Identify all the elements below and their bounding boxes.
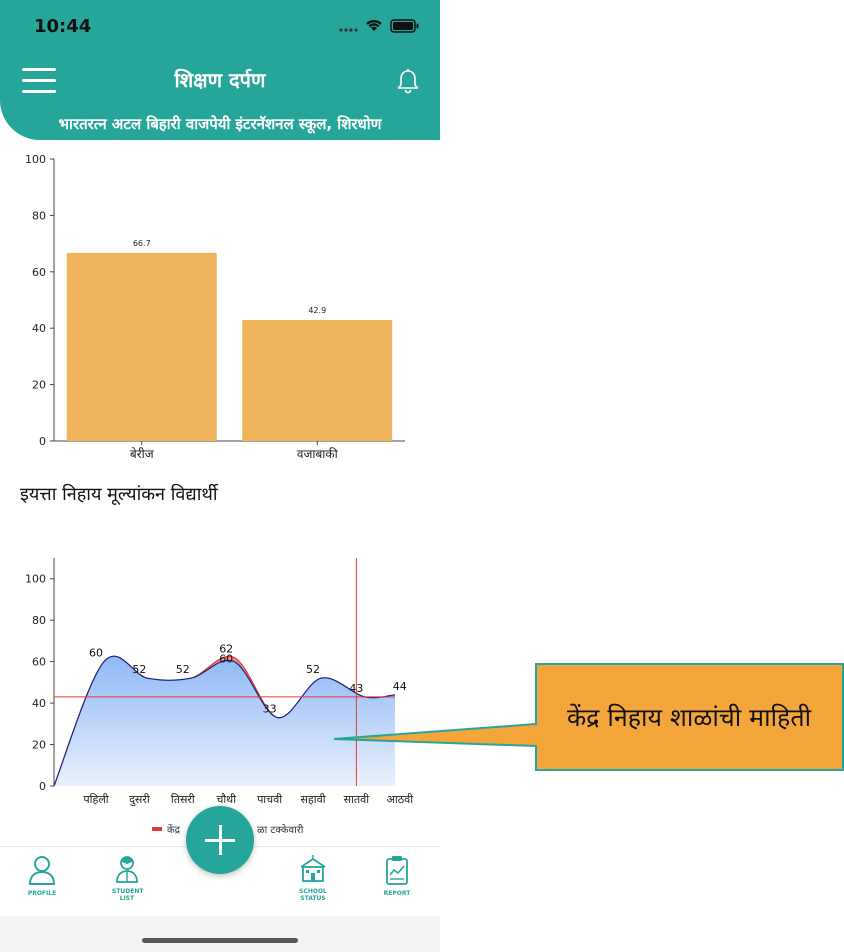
bar (66, 252, 217, 441)
page-title: शिक्षण दर्पण (174, 68, 266, 92)
bell-icon[interactable] (396, 68, 420, 94)
section-label: इयत्ता निहाय मूल्यांकन विद्यार्थी (20, 484, 218, 505)
battery-icon (390, 18, 420, 37)
y-tick-label: 20 (32, 739, 46, 752)
bar-chart: 0 20 40 60 80 100 66.7 बेरीज 42.9 वजाबाकी (25, 153, 405, 461)
status-icons (338, 16, 420, 38)
y-tick-label: 100 (25, 153, 46, 166)
y-tick-label: 80 (32, 209, 46, 222)
app-screen: 10:44 शिक्षण दर्पण भारतरत्न अटल बिहारी व… (0, 0, 440, 952)
area-data-label: 60 (219, 653, 233, 666)
legend-label: केंद्र (167, 825, 180, 836)
app-header: 10:44 शिक्षण दर्पण भारतरत्न अटल बिहारी व… (0, 0, 440, 140)
area-data-label: 52 (176, 663, 190, 676)
school-name: भारतरत्न अटल बिहारी वाजपेयी इंटरनॅशनल स्… (58, 115, 382, 133)
area-data-label: 60 (89, 647, 103, 660)
y-tick-label: 60 (32, 266, 46, 279)
y-tick-label: 0 (39, 780, 46, 793)
x-tick-label: आठवी (386, 793, 413, 806)
nav-school-status[interactable]: SCHOOL STATUS (283, 855, 343, 902)
home-area (0, 916, 440, 952)
wifi-icon (364, 17, 384, 37)
legend-swatch (152, 827, 162, 831)
x-tick-label: वजाबाकी (297, 447, 339, 461)
y-tick-label: 60 (32, 656, 46, 669)
nav-profile[interactable]: PROFILE (12, 855, 72, 897)
home-indicator (142, 938, 298, 943)
callout-text: केंद्र निहाय शाळांची माहिती (566, 703, 812, 732)
x-tick-label: तिसरी (171, 793, 195, 806)
nav-label: PROFILE (27, 890, 57, 897)
y-tick-label: 0 (39, 435, 46, 448)
bar (242, 320, 393, 441)
bar-data-label: 66.7 (133, 239, 151, 248)
y-tick-label: 20 (32, 379, 46, 392)
nav-report[interactable]: REPORT (367, 855, 427, 897)
area-data-label: 33 (263, 703, 277, 716)
report-icon (386, 856, 408, 885)
y-tick-label: 80 (32, 614, 46, 627)
x-tick-label: चौथी (216, 793, 236, 806)
bar-data-label: 42.9 (308, 306, 326, 315)
school-icon (300, 855, 326, 882)
nav-student-list[interactable]: STUDENT LIST (97, 855, 157, 902)
x-tick-label: बेरीज (130, 447, 155, 461)
x-tick-label: सातवी (344, 793, 370, 806)
x-tick-label: पाचवी (257, 793, 282, 806)
cellular-icon (338, 18, 358, 37)
x-tick-label: पहिली (83, 793, 108, 806)
area-data-label: 52 (132, 663, 146, 676)
add-button[interactable] (186, 806, 254, 874)
y-tick-label: 40 (32, 697, 46, 710)
student-list-icon (116, 856, 138, 883)
x-tick-label: सहावी (300, 793, 325, 806)
profile-icon (28, 856, 56, 885)
y-tick-label: 40 (32, 322, 46, 335)
area-data-label: 52 (306, 663, 320, 676)
nav-label: REPORT (383, 890, 411, 897)
legend-suffix: ळा टक्केवारी (257, 825, 304, 836)
nav-label: STUDENT LIST (112, 888, 144, 902)
status-time: 10:44 (34, 16, 92, 37)
y-tick-label: 100 (25, 573, 46, 586)
x-tick-label: दुसरी (129, 793, 150, 807)
nav-label: SCHOOL STATUS (299, 888, 327, 902)
